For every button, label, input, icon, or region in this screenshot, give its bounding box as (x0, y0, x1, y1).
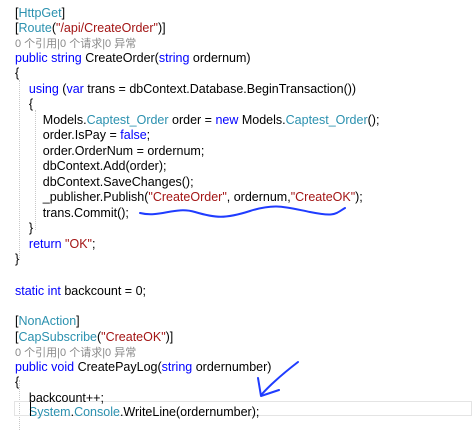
editor-gutter (0, 0, 10, 441)
code-token: (); (367, 113, 380, 127)
code-token: NonAction (18, 314, 77, 328)
code-token: Console (74, 405, 120, 419)
code-token: order.OrderNum = ordernum; (15, 144, 205, 158)
code-line[interactable]: dbContext.SaveChanges(); (15, 175, 194, 190)
code-token: backcount = 0; (60, 284, 147, 298)
code-token: } (15, 252, 20, 266)
codelens-text[interactable]: 0 个引用|0 个请求|0 异常 (15, 38, 136, 50)
code-token: string (161, 360, 193, 374)
code-line[interactable]: System.Console.WriteLine(ordernumber); (15, 405, 259, 420)
code-line[interactable]: [NonAction] (15, 314, 80, 329)
code-token: static (15, 284, 45, 298)
code-token: dbContext.SaveChanges(); (15, 175, 194, 189)
code-line[interactable]: 0 个引用|0 个请求|0 异常 (15, 345, 136, 360)
code-token: { (15, 66, 20, 80)
code-token: CreateOrder( (81, 51, 159, 65)
code-token: trans = dbContext.Database.BeginTransact… (83, 82, 357, 96)
code-token: public (15, 360, 48, 374)
code-token: { (15, 375, 20, 389)
code-token: using (28, 82, 59, 96)
code-token: string (51, 51, 82, 65)
code-token: , ordernum, (226, 190, 291, 204)
code-token: backcount++; (15, 391, 104, 405)
code-token: HttpGet (18, 6, 62, 20)
code-line[interactable]: order.IsPay = false; (15, 128, 150, 143)
code-token: Captest_Order (86, 113, 169, 127)
code-token: order.IsPay = (15, 128, 121, 142)
code-token: public (15, 51, 48, 65)
code-line[interactable]: Models.Captest_Order order = new Models.… (15, 113, 380, 128)
code-token: order = (168, 113, 216, 127)
code-line[interactable]: [HttpGet] (15, 6, 65, 21)
text-caret (30, 402, 31, 416)
code-token: )] (158, 21, 166, 35)
code-line[interactable]: dbContext.Add(order); (15, 159, 167, 174)
code-line[interactable]: public void CreatePayLog(string ordernum… (15, 360, 271, 375)
code-line[interactable]: 0 个引用|0 个请求|0 异常 (15, 36, 136, 51)
code-token: "CreateOK" (101, 330, 166, 344)
code-line[interactable]: } (15, 221, 33, 236)
code-line[interactable]: static int backcount = 0; (15, 284, 146, 299)
code-line[interactable]: order.OrderNum = ordernum; (15, 144, 205, 159)
code-token: string (158, 51, 190, 65)
codelens-text[interactable]: 0 个引用|0 个请求|0 异常 (15, 347, 136, 359)
code-line[interactable]: trans.Commit(); (15, 206, 129, 221)
code-token: System (28, 405, 71, 419)
code-token: ] (76, 314, 80, 328)
code-token: "CreateOK" (290, 190, 356, 204)
code-token: false (120, 128, 147, 142)
code-token: trans.Commit(); (15, 206, 129, 220)
code-line[interactable]: { (15, 66, 19, 81)
code-token: Models. (238, 113, 286, 127)
code-token: Models. (15, 113, 87, 127)
code-line[interactable]: [CapSubscribe("CreateOK")] (15, 330, 173, 345)
hand-drawn-arrow-head (257, 377, 280, 397)
code-token: ] (61, 6, 66, 20)
code-token: new (215, 113, 239, 127)
code-line[interactable]: _publisher.Publish("CreateOrder", ordern… (15, 190, 363, 205)
code-token: _publisher.Publish( (15, 190, 149, 204)
code-line[interactable]: return "OK"; (15, 237, 96, 252)
code-line[interactable]: [Route("/api/CreateOrder")] (15, 21, 166, 36)
code-token: int (47, 284, 61, 298)
code-line[interactable]: { (15, 375, 19, 390)
code-token: ); (355, 190, 363, 204)
code-line[interactable]: using (var trans = dbContext.Database.Be… (15, 82, 356, 97)
code-line[interactable]: } (15, 252, 19, 267)
code-token: ordernumber) (192, 360, 272, 374)
code-token: )] (165, 330, 174, 344)
code-line[interactable]: { (15, 97, 33, 112)
code-token: void (51, 360, 75, 374)
code-token: "OK" (65, 237, 92, 251)
code-line[interactable]: backcount++; (15, 391, 104, 406)
code-token: Captest_Order (285, 113, 368, 127)
code-line[interactable]: public string CreateOrder(string ordernu… (15, 51, 251, 66)
code-token: ; (146, 128, 151, 142)
code-token: return (28, 237, 62, 251)
code-token: "CreateOrder" (148, 190, 227, 204)
code-token: ordernum) (189, 51, 251, 65)
code-token: } (15, 221, 34, 235)
squiggle-underline (139, 205, 346, 218)
code-token: var (66, 82, 84, 96)
code-token: "/api/CreateOrder" (56, 21, 158, 35)
code-token: ; (91, 237, 96, 251)
code-editor[interactable]: [HttpGet] [Route("/api/CreateOrder")] 0 个引… (0, 0, 474, 441)
code-token: Route (18, 21, 52, 35)
code-token: CapSubscribe (18, 330, 97, 344)
code-token: CreatePayLog( (74, 360, 162, 374)
code-token: { (15, 97, 34, 111)
code-token: dbContext.Add(order); (15, 159, 167, 173)
code-token: .WriteLine(ordernumber); (119, 405, 260, 419)
